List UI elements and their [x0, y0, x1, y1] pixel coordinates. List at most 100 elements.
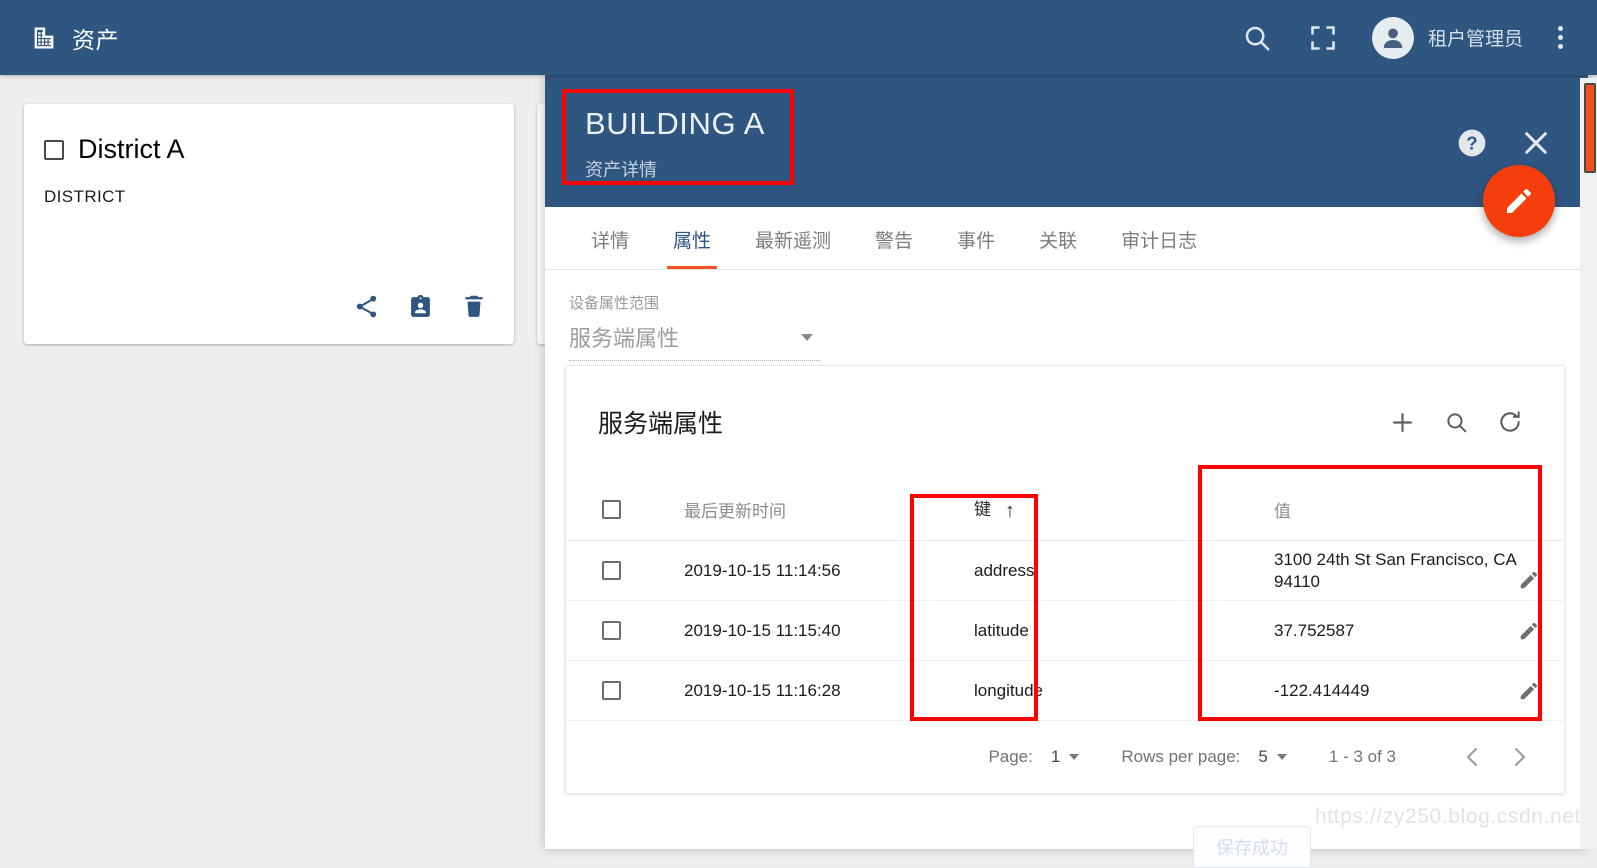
add-icon[interactable] — [1380, 400, 1424, 444]
tab-telemetry[interactable]: 最新遥测 — [733, 226, 853, 269]
cell-last-update: 2019-10-15 11:14:56 — [684, 540, 974, 601]
chevron-left-icon[interactable] — [1458, 742, 1488, 772]
delete-icon[interactable] — [452, 284, 496, 328]
entity-name: BUILDING A — [585, 106, 765, 141]
search-icon[interactable] — [1434, 400, 1478, 444]
row-checkbox[interactable] — [602, 621, 621, 640]
cell-value: 37.752587 — [1274, 620, 1355, 640]
table-row[interactable]: 2019-10-15 11:14:56 address 3100 24th St… — [566, 540, 1564, 601]
rows-per-page-value: 5 — [1258, 747, 1268, 766]
header-select — [566, 478, 684, 541]
edit-pencil-icon[interactable] — [1518, 680, 1540, 702]
attributes-table-body: 2019-10-15 11:14:56 address 3100 24th St… — [566, 540, 1564, 721]
page-scrollbar-thumb[interactable] — [1584, 83, 1596, 173]
dot — [1557, 35, 1563, 40]
close-icon[interactable] — [1520, 127, 1552, 164]
entity-card-subtitle: DISTRICT — [44, 187, 126, 206]
tab-alarms[interactable]: 警告 — [853, 226, 935, 269]
tab-attributes[interactable]: 属性 — [651, 226, 733, 269]
entity-card-actions — [334, 284, 496, 328]
value-container: -122.414449 — [1274, 680, 1564, 702]
avatar — [1371, 16, 1414, 59]
pencil-icon — [1507, 189, 1531, 213]
row-select — [566, 540, 684, 601]
tab-events[interactable]: 事件 — [935, 226, 1017, 269]
attribute-scope-control[interactable]: 服务端属性 — [569, 321, 821, 361]
entity-card-list: District A DISTRICT — [0, 75, 737, 849]
edit-fab-button[interactable] — [1483, 165, 1555, 237]
cell-value: -122.414449 — [1274, 680, 1370, 700]
detail-tabs: 详情 属性 最新遥测 警告 事件 关联 审计日志 — [545, 207, 1588, 270]
help-icon[interactable]: ? — [1456, 127, 1488, 164]
row-select — [566, 600, 684, 661]
tab-audit-logs[interactable]: 审计日志 — [1099, 226, 1219, 269]
attributes-table-header: 服务端属性 — [566, 366, 1564, 478]
rows-per-page-label: Rows per page: — [1121, 747, 1241, 766]
watermark: https://zy250.blog.csdn.net — [1314, 805, 1581, 828]
tab-details[interactable]: 详情 — [569, 226, 651, 269]
cell-last-update: 2019-10-15 11:16:28 — [684, 660, 974, 721]
value-container: 3100 24th St San Francisco, CA 94110 — [1274, 549, 1564, 592]
page-scrollbar-track[interactable] — [1580, 78, 1597, 849]
rows-per-page-select[interactable]: 5 — [1258, 747, 1287, 767]
page-value: 1 — [1050, 747, 1061, 766]
refresh-icon[interactable] — [1488, 400, 1532, 444]
cell-key: latitude — [974, 600, 1274, 661]
page-select[interactable]: 1 — [1050, 747, 1080, 767]
app-title: 资产 — [72, 26, 119, 53]
detail-title-block: BUILDING A 资产详情 — [563, 88, 785, 196]
edit-pencil-icon[interactable] — [1518, 569, 1540, 591]
entity-kind: 资产详情 — [585, 160, 657, 180]
fullscreen-icon[interactable] — [1306, 21, 1340, 55]
detail-header: BUILDING A 资产详情 ? — [545, 75, 1588, 207]
dot — [1557, 26, 1563, 31]
tab-relations[interactable]: 关联 — [1017, 226, 1099, 269]
row-checkbox[interactable] — [602, 561, 621, 580]
more-vert-icon[interactable] — [1547, 21, 1573, 55]
page-range: 1 - 3 of 3 — [1328, 747, 1396, 766]
cell-key: longitude — [974, 660, 1274, 721]
attribute-scope-label: 设备属性范围 — [569, 295, 660, 312]
svg-text:?: ? — [1466, 133, 1477, 154]
cell-key: address — [974, 540, 1274, 601]
table-paginator: Page: 1 Rows per page: 5 1 - 3 of 3 — [566, 721, 1564, 793]
sort-ascending-icon: ↑ — [1005, 500, 1015, 522]
chevron-right-icon[interactable] — [1504, 742, 1534, 772]
attributes-table-title: 服务端属性 — [598, 410, 724, 438]
chevron-down-icon — [1069, 754, 1080, 760]
search-icon[interactable] — [1240, 21, 1274, 55]
row-select — [566, 660, 684, 721]
top-toolbar: 资产 租户管理员 — [0, 0, 1597, 75]
attributes-table: 最后更新时间 键↑ 值 2019-10-15 11:14:56 address — [566, 478, 1564, 721]
dot — [1557, 44, 1563, 49]
cell-last-update: 2019-10-15 11:15:40 — [684, 600, 974, 661]
table-row[interactable]: 2019-10-15 11:16:28 longitude -122.41444… — [566, 660, 1564, 721]
cell-value-wrap: 3100 24th St San Francisco, CA 94110 — [1274, 540, 1564, 601]
entity-card-checkbox[interactable] — [44, 139, 64, 160]
entity-card-header: District A — [24, 104, 514, 165]
edit-pencil-icon[interactable] — [1518, 620, 1540, 642]
header-last-update[interactable]: 最后更新时间 — [684, 478, 974, 541]
attribute-scope-select[interactable]: 设备属性范围 服务端属性 — [569, 292, 821, 361]
cell-value-wrap: -122.414449 — [1274, 660, 1564, 721]
entity-detail-panel: BUILDING A 资产详情 ? 详情 属性 最新遥测 警告 事件 关联 审计… — [545, 75, 1588, 849]
attributes-table-card: 服务端属性 最后更新时间 键 ↑ 值 2019-10-15 11:14:56 a… — [565, 365, 1565, 794]
select-all-checkbox[interactable] — [602, 499, 621, 519]
chevron-down-icon — [1276, 754, 1287, 760]
assignee-icon[interactable] — [398, 284, 442, 328]
entity-card-title: District A — [78, 134, 185, 164]
cell-value: 3100 24th St San Francisco, CA 94110 — [1274, 550, 1516, 591]
header-value[interactable]: 值 — [1274, 478, 1564, 541]
page-label: Page: — [988, 747, 1033, 766]
cell-value-wrap: 37.752587 — [1274, 600, 1564, 661]
share-icon[interactable] — [344, 284, 388, 328]
table-row[interactable]: 2019-10-15 11:15:40 latitude 37.752587 — [566, 600, 1564, 661]
header-key[interactable]: 键 ↑ — [974, 478, 1274, 541]
row-checkbox[interactable] — [602, 681, 621, 700]
header-key-label: 键 — [974, 500, 991, 519]
user-menu[interactable]: 租户管理员 — [1371, 16, 1523, 59]
table-header-row: 最后更新时间 键 ↑ 值 — [566, 478, 1564, 541]
entity-card[interactable]: District A DISTRICT — [24, 104, 514, 344]
value-container: 37.752587 — [1274, 620, 1564, 642]
attribute-scope-value: 服务端属性 — [569, 326, 680, 351]
